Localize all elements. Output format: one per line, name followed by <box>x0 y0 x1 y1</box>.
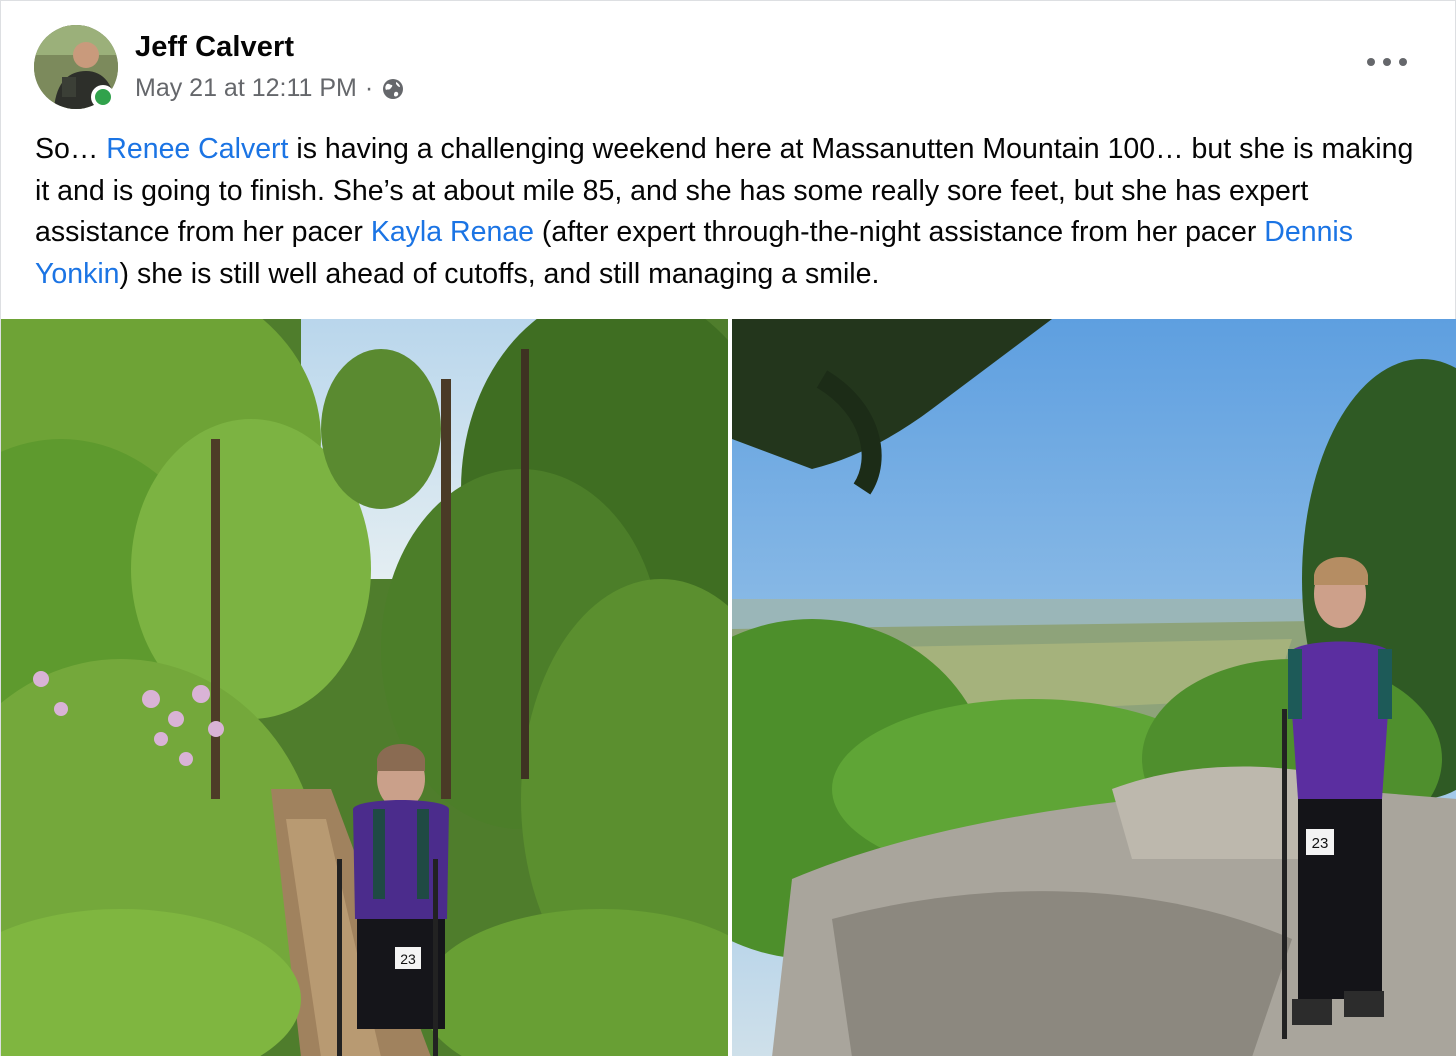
facebook-post: Jeff Calvert May 21 at 12:11 PM · So… Re… <box>0 0 1456 1056</box>
post-text-segment: So… <box>35 133 107 165</box>
mention-renee-calvert[interactable]: Renee Calvert <box>106 133 288 165</box>
post-meta: May 21 at 12:11 PM · <box>135 74 405 103</box>
svg-text:23: 23 <box>400 951 416 967</box>
post-text: So… Renee Calvert is having a challengin… <box>35 129 1430 295</box>
dot <box>1399 58 1407 66</box>
photo-trail-runner-overlook[interactable]: 23 <box>732 319 1456 1056</box>
photo-trail-runner-forest[interactable]: 23 <box>1 319 728 1056</box>
post-timestamp[interactable]: May 21 at 12:11 PM <box>135 74 357 103</box>
dot <box>1383 58 1391 66</box>
post-text-segment: (after expert through-the-night assistan… <box>534 216 1265 248</box>
online-status-indicator <box>91 85 115 109</box>
svg-text:23: 23 <box>1312 835 1329 852</box>
meta-separator: · <box>364 74 374 102</box>
post-header: Jeff Calvert May 21 at 12:11 PM · <box>1 1 1456 121</box>
more-options-icon[interactable] <box>1367 47 1407 77</box>
author-name[interactable]: Jeff Calvert <box>135 31 294 64</box>
mention-kayla-renae[interactable]: Kayla Renae <box>371 216 534 248</box>
globe-icon[interactable] <box>381 77 405 101</box>
dot <box>1367 58 1375 66</box>
post-text-segment: ) she is still well ahead of cutoffs, an… <box>119 257 880 290</box>
